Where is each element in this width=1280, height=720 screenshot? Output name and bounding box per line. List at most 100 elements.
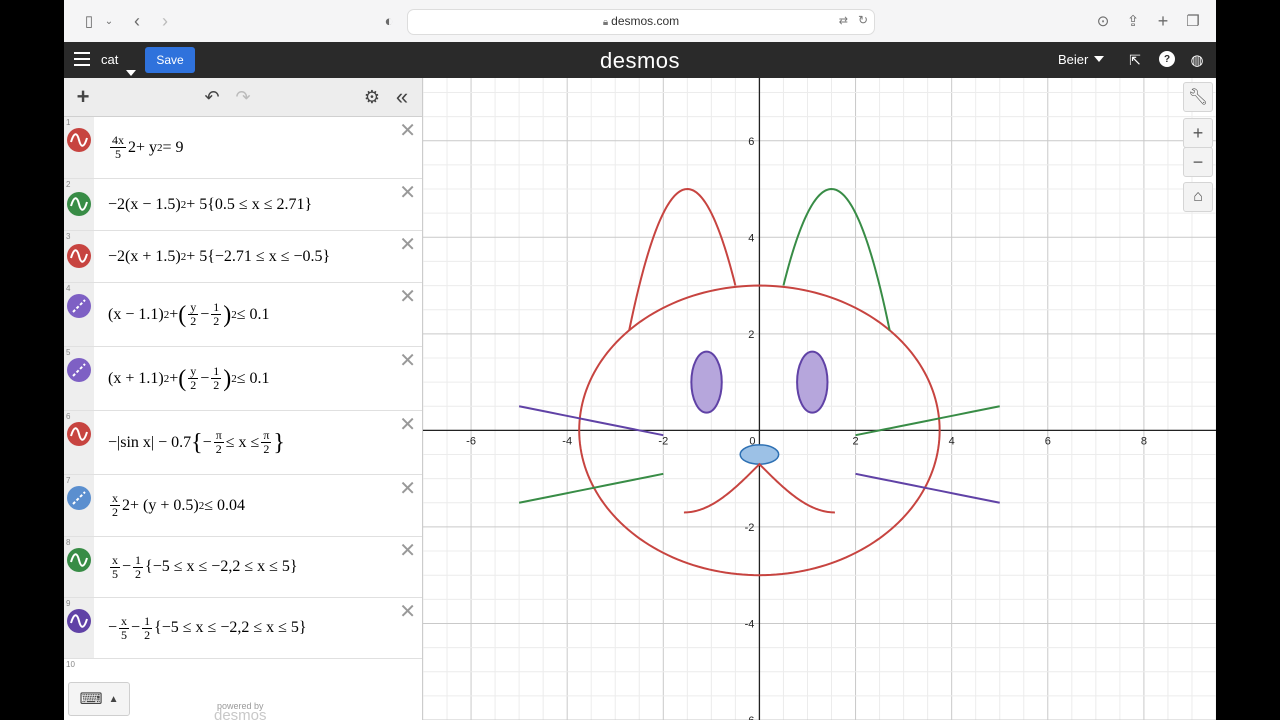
x-tick-label: 6 [1045, 435, 1051, 447]
region-style-icon[interactable] [67, 358, 91, 382]
keyboard-toggle-button[interactable]: ⌨ ▲ [68, 682, 130, 716]
expression-math[interactable]: (x + 1.1) 2 + ( y2 − 12 ) 2 ≤ 0.1 [108, 347, 270, 410]
expression-math[interactable]: x2 2 + (y + 0.5) 2 ≤ 0.04 [108, 475, 245, 536]
expression-row[interactable]: 9 − x5 − 12 {−5 ≤ x ≤ −2,2 ≤ x ≤ 5} ✕ [64, 598, 422, 659]
home-icon[interactable]: ⌂ [1183, 182, 1213, 212]
delete-expression-icon[interactable]: ✕ [399, 121, 416, 141]
translate-icon[interactable]: ⇄ [839, 14, 848, 27]
math-part: + [169, 305, 179, 323]
help-icon[interactable]: ? [1159, 51, 1175, 67]
expression-row[interactable]: 8 x5 − 12 {−5 ≤ x ≤ −2,2 ≤ x ≤ 5} ✕ [64, 537, 422, 598]
numerator: x [110, 552, 120, 568]
expression-row[interactable]: 5 (x + 1.1) 2 + ( y2 − 12 ) 2 ≤ 0.1 ✕ [64, 347, 422, 411]
expression-list: 1 4x 5 2 + y2 = 9 ✕ 2 −2(x − 1.5) 2 + 5{0.… [64, 117, 422, 719]
curve-style-icon[interactable] [67, 548, 91, 572]
language-icon[interactable]: ◍ [1188, 51, 1206, 69]
region-style-icon[interactable] [67, 486, 91, 510]
share-icon[interactable]: ⇪ [1122, 10, 1144, 32]
delete-expression-icon[interactable]: ✕ [399, 602, 416, 622]
expression-row[interactable]: 7 x2 2 + (y + 0.5) 2 ≤ 0.04 ✕ [64, 475, 422, 537]
powered-by-logo: desmos [214, 707, 267, 720]
zoom-in-icon[interactable]: + [1183, 118, 1213, 148]
collapse-icon[interactable]: « [391, 84, 413, 109]
denominator: 2 [190, 314, 197, 328]
left-ear-curve [628, 188, 737, 331]
expression-gutter: 4 [64, 283, 94, 346]
denominator: 5 [115, 147, 121, 161]
expression-index: 7 [66, 476, 71, 485]
expression-row[interactable]: 3 −2(x + 1.5) 2 + 5{−2.71 ≤ x ≤ −0.5} ✕ [64, 231, 422, 283]
address-bar[interactable]: 🔒︎ desmos.com ⇄ ↻ [407, 9, 875, 35]
expression-index: 9 [66, 599, 71, 608]
math-part: + y [136, 138, 158, 156]
expression-math[interactable]: −|sin x| − 0.7 {− π2 ≤ x ≤ π2 } [108, 411, 285, 474]
math-part: −|sin x| − 0.7 [108, 433, 192, 451]
expression-row[interactable]: 4 (x − 1.1) 2 + ( y2 − 12 ) 2 ≤ 0.1 ✕ [64, 283, 422, 347]
delete-expression-icon[interactable]: ✕ [399, 235, 416, 255]
y-tick-label: -6 [745, 715, 755, 720]
curve-style-icon[interactable] [67, 244, 91, 268]
x-tick-label: -6 [466, 435, 476, 447]
expression-index: 3 [66, 232, 71, 241]
expression-math[interactable]: −2(x + 1.5) 2 + 5{−2.71 ≤ x ≤ −0.5} [108, 231, 330, 282]
delete-expression-icon[interactable]: ✕ [399, 183, 416, 203]
y-tick-label: 4 [748, 232, 754, 244]
expression-index: 8 [66, 538, 71, 547]
right-eye-region [796, 350, 829, 414]
zoom-out-icon[interactable]: − [1183, 147, 1213, 177]
y-tick-label: -2 [745, 522, 755, 534]
redo-icon[interactable]: ↷ [232, 86, 254, 108]
user-menu[interactable]: Beier [1058, 52, 1105, 67]
expression-math[interactable]: x5 − 12 {−5 ≤ x ≤ −2,2 ≤ x ≤ 5} [108, 537, 298, 597]
expression-math[interactable]: −2(x − 1.5) 2 + 5{0.5 ≤ x ≤ 2.71} [108, 179, 312, 230]
curve-style-icon[interactable] [67, 128, 91, 152]
delete-expression-icon[interactable]: ✕ [399, 351, 416, 371]
settings-icon[interactable]: ⚙ [361, 86, 383, 108]
numerator: 1 [211, 300, 222, 315]
expression-math[interactable]: 4x 5 2 + y2 = 9 [108, 117, 184, 178]
math-part: ≤ 0.1 [236, 369, 270, 387]
graph-paper[interactable]: -6-4-202468642-2-4-6 [423, 78, 1216, 720]
delete-expression-icon[interactable]: ✕ [399, 287, 416, 307]
graph-canvas[interactable]: -6-4-202468642-2-4-6 [423, 78, 1216, 720]
delete-expression-icon[interactable]: ✕ [399, 415, 416, 435]
expression-row[interactable]: 6 −|sin x| − 0.7 {− π2 ≤ x ≤ π2 } ✕ [64, 411, 422, 475]
denominator: 5 [121, 627, 128, 642]
reload-icon[interactable]: ↻ [858, 13, 868, 27]
math-part: − [200, 305, 210, 323]
delete-expression-icon[interactable]: ✕ [399, 541, 416, 561]
wrench-icon[interactable]: 🔧︎ [1183, 82, 1213, 112]
expression-math[interactable]: (x − 1.1) 2 + ( y2 − 12 ) 2 ≤ 0.1 [108, 283, 270, 346]
desmos-header: cat Save desmos Beier ⇱ ? ◍ [64, 42, 1216, 78]
math-part: + 5{−2.71 ≤ x ≤ −0.5} [186, 247, 331, 265]
expression-toolbar: + ↶ ↷ ⚙ « [64, 78, 422, 117]
right-ear-curve [782, 188, 891, 331]
undo-icon[interactable]: ↶ [201, 86, 223, 108]
tabs-icon[interactable]: ❐ [1182, 10, 1204, 32]
shield-icon[interactable]: ◐ [378, 10, 400, 32]
expression-gutter: 6 [64, 411, 94, 474]
expression-row[interactable]: 2 −2(x − 1.5) 2 + 5{0.5 ≤ x ≤ 2.71} ✕ [64, 179, 422, 231]
delete-expression-icon[interactable]: ✕ [399, 479, 416, 499]
back-icon[interactable]: ‹ [126, 10, 148, 32]
expression-row[interactable]: 1 4x 5 2 + y2 = 9 ✕ [64, 117, 422, 179]
curve-style-icon[interactable] [67, 609, 91, 633]
numerator: 1 [211, 364, 222, 379]
denominator: 2 [263, 442, 270, 456]
forward-icon[interactable]: › [154, 10, 176, 32]
curve-style-icon[interactable] [67, 192, 91, 216]
expression-index: 4 [66, 284, 71, 293]
x-tick-label: -2 [658, 435, 668, 447]
curve-style-icon[interactable] [67, 422, 91, 446]
add-icon[interactable]: + [72, 84, 94, 109]
region-style-icon[interactable] [67, 294, 91, 318]
chevron-down-icon[interactable]: ⌄ [98, 10, 120, 32]
download-icon[interactable]: ⊙ [1092, 10, 1114, 32]
math-part: 2 [122, 496, 130, 514]
expression-gutter: 9 [64, 598, 94, 658]
expression-math[interactable]: − x5 − 12 {−5 ≤ x ≤ −2,2 ≤ x ≤ 5} [108, 598, 307, 658]
new-tab-icon[interactable]: + [1152, 10, 1174, 32]
share-graph-icon[interactable]: ⇱ [1126, 51, 1144, 69]
math-part: {−5 ≤ x ≤ −2,2 ≤ x ≤ 5} [154, 619, 307, 636]
sidebar-icon[interactable]: ▯ [78, 10, 100, 32]
